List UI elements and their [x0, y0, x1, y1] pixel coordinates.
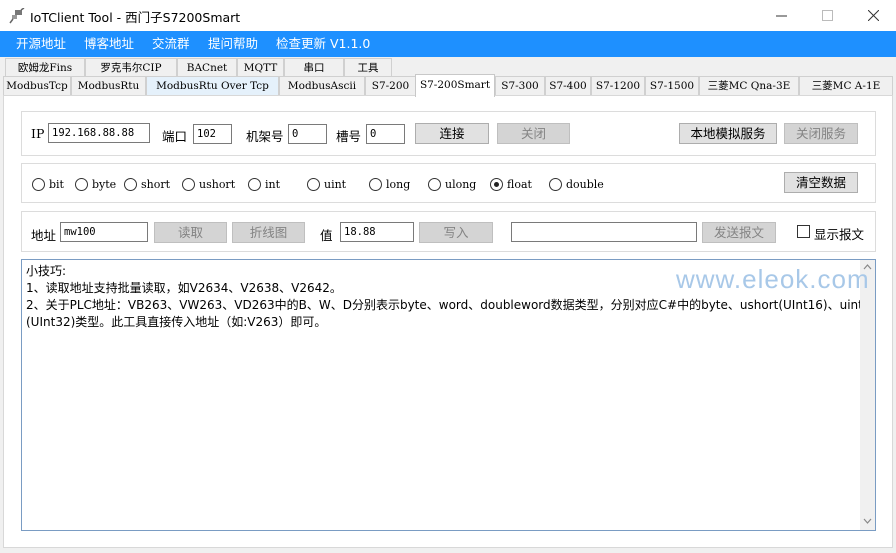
tab-modbus-rtu[interactable]: ModbusRtu — [71, 76, 146, 95]
local-sim-service-button[interactable]: 本地模拟服务 — [679, 123, 777, 144]
menu-item-update[interactable]: 检查更新 V1.1.0 — [276, 31, 370, 57]
connect-button[interactable]: 连接 — [415, 123, 489, 144]
window-title: IoTClient Tool - 西门子S7200Smart — [30, 10, 241, 25]
radio-circle-selected — [490, 177, 503, 191]
log-line: 2、关于PLC地址：VB263、VW263、VD263中的B、W、D分别表示by… — [26, 298, 863, 312]
radio-circle — [307, 177, 320, 191]
tab-bacnet[interactable]: BACnet — [177, 58, 237, 77]
close-icon — [867, 10, 879, 21]
send-message-button[interactable]: 发送报文 — [702, 222, 776, 243]
show-message-checkbox[interactable] — [797, 225, 810, 238]
port-label: 端口 — [162, 129, 188, 144]
menu-bar: 开源地址 博客地址 交流群 提问帮助 检查更新 V1.1.0 — [0, 31, 896, 57]
clear-data-button[interactable]: 清空数据 — [784, 172, 858, 193]
address-input[interactable]: mw100 — [60, 222, 148, 242]
radio-double[interactable]: double — [549, 176, 604, 192]
radio-int[interactable]: int — [248, 176, 280, 192]
maximize-icon — [821, 10, 833, 21]
tab-rockwell-cip[interactable]: 罗克韦尔CIP — [85, 58, 177, 77]
rack-input[interactable]: 0 — [288, 124, 327, 144]
slot-input[interactable]: 0 — [366, 124, 405, 144]
log-line: (UInt32)类型。此工具直接传入地址（如:V263）即可。 — [26, 315, 327, 329]
tab-omron-fins[interactable]: 欧姆龙Fins — [5, 58, 85, 77]
tab-modbus-tcp[interactable]: ModbusTcp — [3, 76, 71, 95]
network-plug-icon — [9, 8, 25, 24]
address-label: 地址 — [31, 228, 57, 243]
show-message-label: 显示报文 — [814, 227, 865, 242]
radio-circle — [549, 177, 562, 191]
radio-circle — [428, 177, 441, 191]
ip-label: IP — [31, 126, 45, 141]
output-scrollbar[interactable] — [860, 260, 875, 530]
tab-modbus-rtu-over-tcp[interactable]: ModbusRtu Over Tcp — [146, 76, 279, 95]
tab-mitsubishi-a1e[interactable]: 三菱MC A-1E — [799, 76, 893, 95]
radio-circle — [124, 177, 137, 191]
menu-item-source[interactable]: 开源地址 — [16, 31, 66, 57]
tab-s7-200[interactable]: S7-200 — [365, 76, 416, 95]
radio-float[interactable]: float — [490, 176, 532, 192]
radio-circle — [75, 177, 88, 191]
message-input[interactable] — [511, 222, 697, 242]
value-label: 值 — [320, 228, 333, 243]
line-chart-button[interactable]: 折线图 — [232, 222, 305, 243]
watermark: www.eleok.com — [676, 264, 870, 294]
slot-label: 槽号 — [336, 129, 362, 144]
radio-ushort[interactable]: ushort — [182, 176, 235, 192]
minimize-icon — [775, 15, 787, 17]
menu-item-help[interactable]: 提问帮助 — [208, 31, 258, 57]
tab-s7-300[interactable]: S7-300 — [495, 76, 545, 95]
tab-serial[interactable]: 串口 — [284, 58, 344, 77]
tab-s7-1200[interactable]: S7-1200 — [591, 76, 645, 95]
scroll-down-icon[interactable] — [863, 518, 872, 524]
close-connection-button[interactable]: 关闭 — [497, 123, 570, 144]
tab-mqtt[interactable]: MQTT — [237, 58, 284, 77]
radio-short[interactable]: short — [124, 176, 170, 192]
rack-label: 机架号 — [246, 129, 284, 144]
tab-s7-1500[interactable]: S7-1500 — [645, 76, 699, 95]
radio-circle — [182, 177, 195, 191]
menu-item-group[interactable]: 交流群 — [152, 31, 190, 57]
radio-ulong[interactable]: ulong — [428, 176, 476, 192]
tab-tools[interactable]: 工具 — [344, 58, 392, 77]
write-button[interactable]: 写入 — [419, 222, 493, 243]
radio-circle — [32, 177, 45, 191]
title-bar: IoTClient Tool - 西门子S7200Smart — [0, 0, 896, 31]
radio-bit[interactable]: bit — [32, 176, 64, 192]
close-service-button[interactable]: 关闭服务 — [784, 123, 858, 144]
maximize-button[interactable] — [804, 0, 850, 31]
radio-uint[interactable]: uint — [307, 176, 346, 192]
read-button[interactable]: 读取 — [154, 222, 227, 243]
value-input[interactable]: 18.88 — [340, 222, 414, 242]
radio-circle — [248, 177, 261, 191]
ip-input[interactable]: 192.168.88.88 — [48, 123, 150, 143]
radio-byte[interactable]: byte — [75, 176, 116, 192]
tab-s7-400[interactable]: S7-400 — [545, 76, 591, 95]
close-window-button[interactable] — [850, 0, 896, 31]
tab-s7-200smart[interactable]: S7-200Smart — [415, 74, 495, 97]
output-textarea[interactable]: 小技巧: 1、读取地址支持批量读取，如V2634、V2638、V2642。 2、… — [21, 259, 876, 531]
tab-modbus-ascii[interactable]: ModbusAscii — [279, 76, 365, 95]
port-input[interactable]: 102 — [193, 124, 232, 144]
menu-item-blog[interactable]: 博客地址 — [84, 31, 134, 57]
radio-circle — [369, 177, 382, 191]
minimize-button[interactable] — [758, 0, 804, 31]
tab-mitsubishi-qna3e[interactable]: 三菱MC Qna-3E — [699, 76, 799, 95]
radio-long[interactable]: long — [369, 176, 410, 192]
